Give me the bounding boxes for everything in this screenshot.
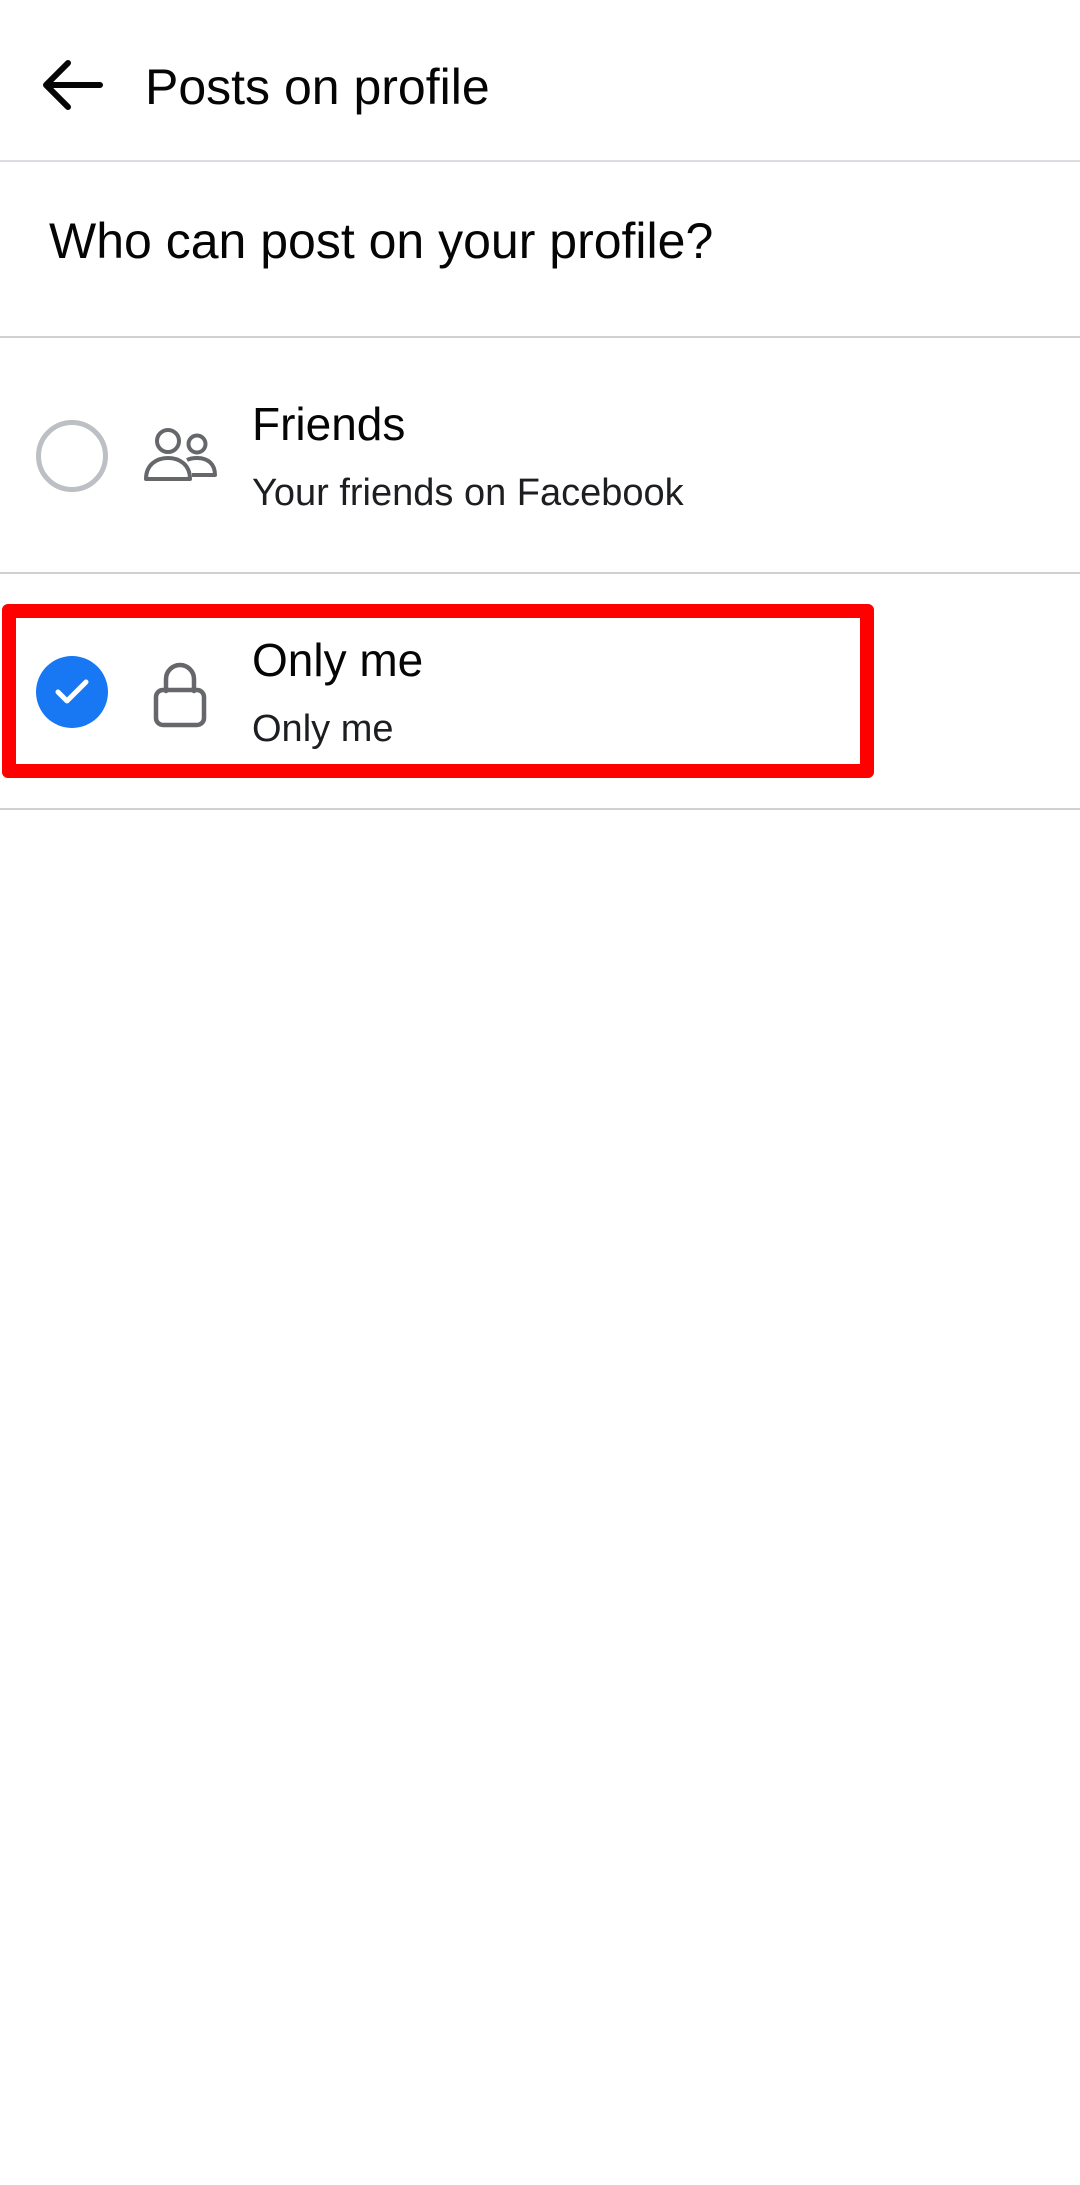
question-section: Who can post on your profile? bbox=[0, 162, 1080, 338]
option-subtitle: Your friends on Facebook bbox=[252, 472, 684, 514]
friends-icon bbox=[140, 416, 220, 496]
checkmark-icon bbox=[55, 679, 89, 704]
radio-unchecked[interactable] bbox=[36, 420, 108, 492]
option-title: Friends bbox=[252, 398, 406, 450]
question-text: Who can post on your profile? bbox=[49, 213, 714, 269]
option-title: Only me bbox=[252, 634, 424, 686]
page-title: Posts on profile bbox=[145, 59, 490, 115]
app-bar: Posts on profile bbox=[0, 0, 1080, 162]
option-only-me[interactable]: Only me Only me bbox=[0, 574, 1080, 810]
back-button[interactable] bbox=[30, 44, 112, 126]
lock-icon bbox=[140, 654, 220, 734]
radio-checked[interactable] bbox=[36, 656, 108, 728]
option-friends[interactable]: Friends Your friends on Facebook bbox=[0, 338, 1080, 574]
option-subtitle: Only me bbox=[252, 708, 394, 750]
arrow-left-icon bbox=[43, 60, 103, 110]
